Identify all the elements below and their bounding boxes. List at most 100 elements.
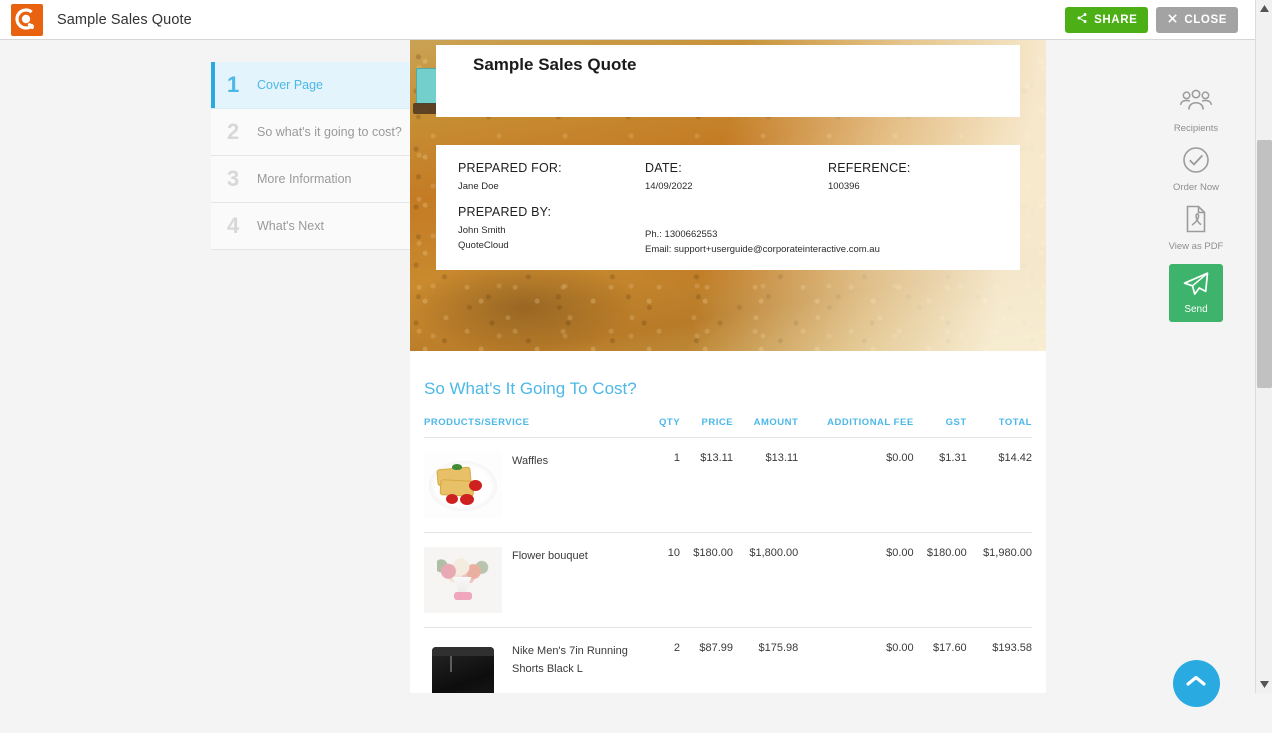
reference-label: REFERENCE: <box>828 161 998 175</box>
table-head: PRODUCTS/SERVICE QTY PRICE AMOUNT ADDITI… <box>424 417 1032 438</box>
quote-document: Sample Sales Quote PREPARED FOR: Jane Do… <box>410 40 1046 693</box>
order-now-label: Order Now <box>1173 182 1219 193</box>
product-price: $87.99 <box>680 628 733 694</box>
product-qty: 1 <box>652 438 680 533</box>
cost-section-heading: So What's It Going To Cost? <box>424 379 1032 399</box>
sidebar-item-cover-page[interactable]: 1 Cover Page <box>211 62 410 109</box>
table-body: Waffles 1 $13.11 $13.11 $0.00 $1.31 $14.… <box>424 438 1032 694</box>
close-button[interactable]: CLOSE <box>1156 7 1238 33</box>
product-qty: 2 <box>652 628 680 694</box>
product-qty: 10 <box>652 533 680 628</box>
details-row-labels: PREPARED FOR: Jane Doe DATE: 14/09/2022 … <box>458 161 998 194</box>
sidebar-item-label: What's Next <box>257 219 324 233</box>
column-header-qty: QTY <box>652 417 680 438</box>
quotecloud-q-logo-icon[interactable] <box>11 4 43 36</box>
right-action-rail: Recipients Order Now View as PDF <box>1168 80 1224 733</box>
sidebar-item-whats-next[interactable]: 4 What's Next <box>211 203 410 250</box>
column-header-gst: GST <box>914 417 967 438</box>
recipients-label: Recipients <box>1174 123 1218 134</box>
paper-plane-icon <box>1182 271 1210 302</box>
view-as-pdf-button[interactable]: View as PDF <box>1168 205 1224 252</box>
details-spacer <box>458 194 998 205</box>
scrollbar-down-arrow-icon[interactable] <box>1256 676 1272 693</box>
sidebar-item-number: 3 <box>227 166 257 192</box>
chevron-up-icon <box>1185 673 1207 694</box>
people-group-icon <box>1179 89 1213 120</box>
share-button-label: SHARE <box>1094 14 1137 26</box>
details-row-prepared-by: PREPARED BY: John Smith QuoteCloud Ph.: … <box>458 205 998 257</box>
column-header-price: PRICE <box>680 417 733 438</box>
page-scrollbar[interactable] <box>1255 0 1272 693</box>
flower-bouquet-thumbnail <box>424 547 502 613</box>
column-header-products: PRODUCTS/SERVICE <box>424 417 652 438</box>
waffles-thumbnail <box>424 452 502 518</box>
product-gst: $1.31 <box>914 438 967 533</box>
sidebar-item-number: 1 <box>227 72 257 98</box>
column-header-additional-fee: ADDITIONAL FEE <box>798 417 913 438</box>
order-now-button[interactable]: Order Now <box>1168 146 1224 193</box>
pdf-file-icon <box>1184 205 1208 238</box>
reference-value: 100396 <box>828 179 998 194</box>
product-amount: $175.98 <box>733 628 798 694</box>
product-name: Flower bouquet <box>512 533 652 628</box>
document-title-card: Sample Sales Quote <box>436 45 1020 117</box>
product-total: $1,980.00 <box>967 533 1032 628</box>
product-image-cell <box>424 628 512 694</box>
product-price: $180.00 <box>680 533 733 628</box>
sidebar-item-more-information[interactable]: 3 More Information <box>211 156 410 203</box>
sidebar-item-label: So what's it going to cost? <box>257 125 402 139</box>
view-as-pdf-label: View as PDF <box>1169 241 1224 252</box>
table-row: Nike Men's 7in Running Shorts Black L 2 … <box>424 628 1032 694</box>
sidebar-item-number: 4 <box>227 213 257 239</box>
share-button[interactable]: SHARE <box>1065 7 1148 33</box>
check-circle-icon <box>1182 146 1210 179</box>
top-bar: Sample Sales Quote SHARE CLOSE <box>0 0 1272 40</box>
quote-details-card: PREPARED FOR: Jane Doe DATE: 14/09/2022 … <box>436 145 1020 270</box>
product-amount: $13.11 <box>733 438 798 533</box>
date-label: DATE: <box>645 161 828 175</box>
sidebar-item-cost[interactable]: 2 So what's it going to cost? <box>211 109 410 156</box>
cost-section: So What's It Going To Cost? PRODUCTS/SER… <box>410 351 1046 693</box>
cover-hero-image: Sample Sales Quote PREPARED FOR: Jane Do… <box>410 40 1046 351</box>
prepared-for-label: PREPARED FOR: <box>458 161 645 175</box>
page-title: Sample Sales Quote <box>57 12 192 28</box>
product-total: $193.58 <box>967 628 1032 694</box>
sidebar-item-number: 2 <box>227 119 257 145</box>
sidebar-item-label: Cover Page <box>257 78 323 92</box>
section-nav: 1 Cover Page 2 So what's it going to cos… <box>211 62 410 250</box>
product-gst: $180.00 <box>914 533 967 628</box>
workspace: 1 Cover Page 2 So what's it going to cos… <box>0 40 1248 693</box>
product-total: $14.42 <box>967 438 1032 533</box>
product-additional-fee: $0.00 <box>798 438 913 533</box>
scroll-to-top-button[interactable] <box>1173 660 1220 707</box>
product-additional-fee: $0.00 <box>798 533 913 628</box>
sidebar-item-label: More Information <box>257 172 351 186</box>
share-icon <box>1076 12 1088 27</box>
product-image-cell <box>424 438 512 533</box>
scrollbar-thumb[interactable] <box>1257 140 1272 388</box>
product-image-cell <box>424 533 512 628</box>
prepared-by-name: John Smith <box>458 223 645 238</box>
date-value: 14/09/2022 <box>645 179 828 194</box>
document-title: Sample Sales Quote <box>473 55 636 75</box>
product-additional-fee: $0.00 <box>798 628 913 694</box>
product-name: Waffles <box>512 438 652 533</box>
product-gst: $17.60 <box>914 628 967 694</box>
quote-items-table: PRODUCTS/SERVICE QTY PRICE AMOUNT ADDITI… <box>424 417 1032 693</box>
contact-email: Email: support+userguide@corporateintera… <box>645 242 998 257</box>
running-shorts-thumbnail <box>424 642 502 693</box>
product-price: $13.11 <box>680 438 733 533</box>
send-button[interactable]: Send <box>1169 264 1223 322</box>
column-header-total: TOTAL <box>967 417 1032 438</box>
product-amount: $1,800.00 <box>733 533 798 628</box>
product-name: Nike Men's 7in Running Shorts Black L <box>512 628 652 694</box>
contact-phone: Ph.: 1300662553 <box>645 227 998 242</box>
prepared-by-company: QuoteCloud <box>458 238 645 253</box>
column-header-amount: AMOUNT <box>733 417 798 438</box>
table-header-row: PRODUCTS/SERVICE QTY PRICE AMOUNT ADDITI… <box>424 417 1032 438</box>
recipients-button[interactable]: Recipients <box>1168 89 1224 134</box>
send-label: Send <box>1184 304 1207 315</box>
prepared-by-label: PREPARED BY: <box>458 205 645 219</box>
scrollbar-up-arrow-icon[interactable] <box>1256 0 1272 17</box>
table-row: Flower bouquet 10 $180.00 $1,800.00 $0.0… <box>424 533 1032 628</box>
